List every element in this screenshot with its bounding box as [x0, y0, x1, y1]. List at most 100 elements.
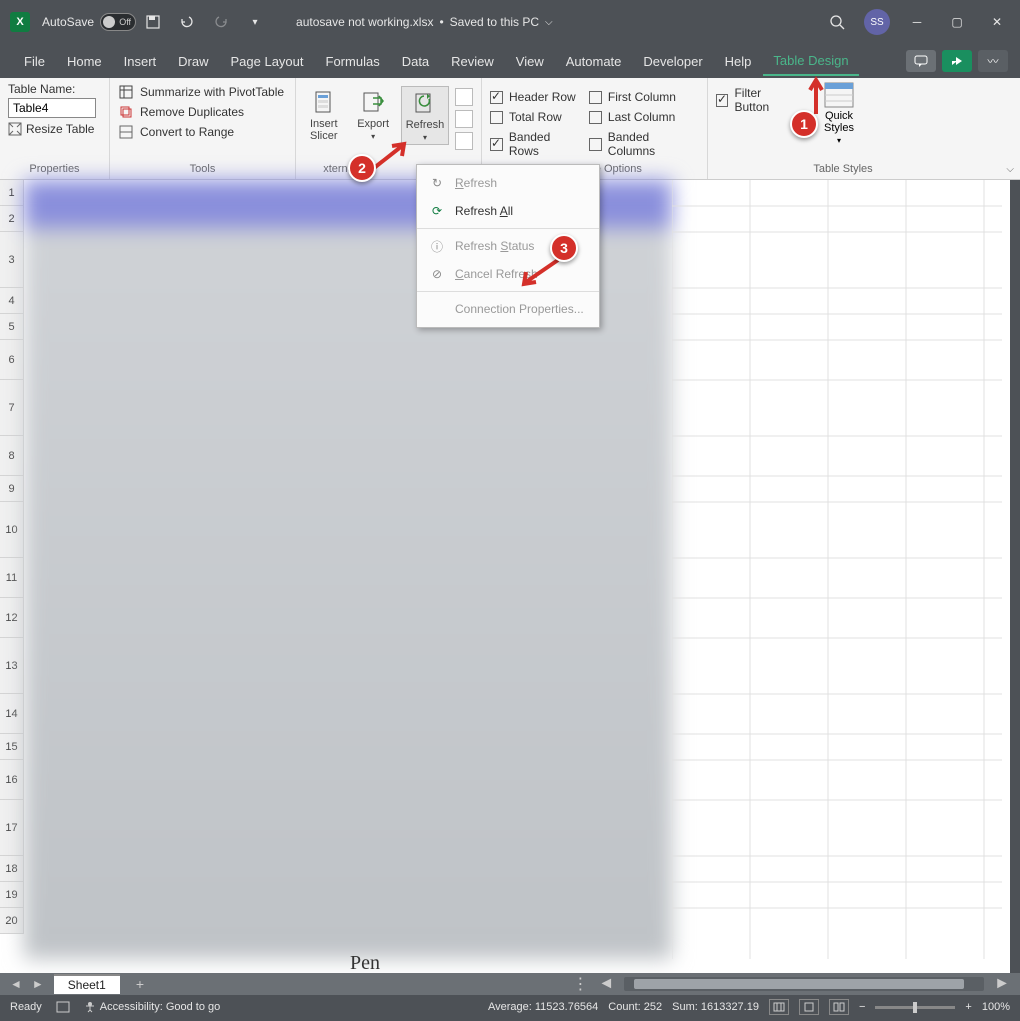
banded-columns-checkbox[interactable]: Banded Columns — [589, 130, 699, 158]
tab-review[interactable]: Review — [441, 48, 504, 75]
group-properties-label: Properties — [8, 161, 101, 179]
row-header[interactable]: 16 — [0, 760, 24, 800]
row-header[interactable]: 9 — [0, 476, 24, 502]
minimize-button[interactable]: ─ — [904, 9, 930, 35]
row-header[interactable]: 18 — [0, 856, 24, 882]
tab-page-layout[interactable]: Page Layout — [221, 48, 314, 75]
comments-button[interactable] — [906, 50, 936, 72]
refresh-button[interactable]: Refresh ▾ — [401, 86, 449, 145]
row-header[interactable]: 4 — [0, 288, 24, 314]
sheet-tab[interactable]: Sheet1 — [54, 974, 120, 994]
insert-slicer-button[interactable]: Insert Slicer — [304, 86, 345, 144]
tab-view[interactable]: View — [506, 48, 554, 75]
collapse-ribbon-button[interactable]: ⌵ — [1006, 164, 1014, 175]
row-header[interactable]: 10 — [0, 502, 24, 558]
row-header[interactable]: 2 — [0, 206, 24, 232]
sheet-prev-button[interactable]: ◄ — [10, 977, 22, 991]
dropdown-connection-properties[interactable]: Connection Properties... — [417, 295, 599, 323]
row-header[interactable]: 6 — [0, 340, 24, 380]
tab-data[interactable]: Data — [392, 48, 439, 75]
undo-button[interactable] — [174, 9, 200, 35]
tab-home[interactable]: Home — [57, 48, 112, 75]
save-button[interactable] — [140, 9, 166, 35]
export-icon — [359, 88, 387, 116]
dropdown-refresh[interactable]: ↻ Refresh — [417, 169, 599, 197]
tab-draw[interactable]: Draw — [168, 48, 218, 75]
page-break-view-button[interactable] — [829, 999, 849, 1015]
row-header[interactable]: 15 — [0, 734, 24, 760]
row-headers: 1 2 3 4 5 6 7 8 9 10 11 12 13 14 15 16 1… — [0, 180, 24, 934]
maximize-button[interactable]: ▢ — [944, 9, 970, 35]
zoom-out-button[interactable]: − — [859, 1001, 865, 1013]
redo-button[interactable] — [208, 9, 234, 35]
dropdown-refresh-all[interactable]: ⟳ Refresh All — [417, 197, 599, 225]
first-column-checkbox[interactable]: First Column — [589, 90, 699, 104]
refresh-all-icon: ⟳ — [429, 203, 445, 219]
row-header[interactable]: 5 — [0, 314, 24, 340]
properties-small-button[interactable] — [455, 88, 473, 106]
tab-file[interactable]: File — [14, 48, 55, 75]
zoom-slider[interactable] — [875, 1006, 955, 1009]
table-name-input[interactable] — [8, 98, 96, 118]
row-header[interactable]: 8 — [0, 436, 24, 476]
row-header[interactable]: 1 — [0, 180, 24, 206]
horizontal-scrollbar[interactable] — [624, 977, 984, 991]
sheet-next-button[interactable]: ► — [32, 977, 44, 991]
sheet-tabs-bar: ◄ ► Sheet1 + ⋮ ◄ ► — [0, 973, 1020, 995]
statusbar: Ready Accessibility: Good to go Average:… — [0, 996, 1020, 1018]
search-button[interactable] — [824, 9, 850, 35]
qat-more-button[interactable]: ▾ — [242, 9, 268, 35]
row-header[interactable]: 14 — [0, 694, 24, 734]
remove-duplicates-button[interactable]: Remove Duplicates — [118, 102, 287, 122]
tab-automate[interactable]: Automate — [556, 48, 632, 75]
row-header[interactable]: 7 — [0, 380, 24, 436]
summarize-pivot-button[interactable]: Summarize with PivotTable — [118, 82, 287, 102]
visible-cell-text: Pen — [350, 952, 380, 975]
row-header[interactable]: 19 — [0, 882, 24, 908]
export-button[interactable]: Export ▾ — [351, 86, 395, 143]
filter-button-checkbox[interactable]: Filter Button — [716, 86, 796, 114]
user-avatar[interactable]: SS — [864, 9, 890, 35]
zoom-in-button[interactable]: + — [965, 1001, 971, 1013]
add-sheet-button[interactable]: + — [136, 976, 144, 992]
normal-view-button[interactable] — [769, 999, 789, 1015]
tab-table-design[interactable]: Table Design — [763, 47, 858, 76]
row-header[interactable]: 20 — [0, 908, 24, 934]
share-button[interactable] — [942, 50, 972, 72]
row-header[interactable]: 11 — [0, 558, 24, 598]
pivot-icon — [118, 84, 134, 100]
row-header[interactable]: 3 — [0, 232, 24, 288]
empty-grid[interactable] — [672, 180, 1010, 959]
sheet-options-icon[interactable]: ⋮ — [572, 974, 588, 994]
mode-button[interactable]: 〰 — [978, 50, 1008, 72]
refresh-small-icon: ↻ — [429, 175, 445, 191]
header-row-checkbox[interactable]: Header Row — [490, 90, 583, 104]
tab-help[interactable]: Help — [715, 48, 762, 75]
banded-rows-checkbox[interactable]: Banded Rows — [490, 130, 583, 158]
close-button[interactable]: ✕ — [984, 9, 1010, 35]
tab-formulas[interactable]: Formulas — [316, 48, 390, 75]
ribbon-tabs: File Home Insert Draw Page Layout Formul… — [0, 44, 1020, 78]
tab-insert[interactable]: Insert — [114, 48, 167, 75]
autosave-toggle[interactable]: Off — [100, 13, 136, 31]
hscroll-right-button[interactable]: ► — [994, 975, 1010, 993]
open-browser-button[interactable] — [455, 110, 473, 128]
separator — [417, 291, 599, 292]
dropdown-cancel-refresh[interactable]: ⊘ Cancel Refresh — [417, 260, 599, 288]
hscroll-left-button[interactable]: ◄ — [598, 975, 614, 993]
save-status-caret-icon[interactable]: ⌵ — [545, 17, 553, 28]
convert-range-button[interactable]: Convert to Range — [118, 122, 287, 142]
tab-developer[interactable]: Developer — [633, 48, 712, 75]
page-layout-view-button[interactable] — [799, 999, 819, 1015]
row-header[interactable]: 13 — [0, 638, 24, 694]
last-column-checkbox[interactable]: Last Column — [589, 110, 699, 124]
refresh-icon — [411, 89, 439, 117]
row-header[interactable]: 12 — [0, 598, 24, 638]
macro-icon[interactable] — [56, 1001, 70, 1013]
zoom-level[interactable]: 100% — [982, 1001, 1010, 1013]
unlink-button[interactable] — [455, 132, 473, 150]
accessibility-status[interactable]: Accessibility: Good to go — [84, 1001, 220, 1013]
row-header[interactable]: 17 — [0, 800, 24, 856]
total-row-checkbox[interactable]: Total Row — [490, 110, 583, 124]
resize-table-button[interactable]: Resize Table — [8, 122, 101, 136]
